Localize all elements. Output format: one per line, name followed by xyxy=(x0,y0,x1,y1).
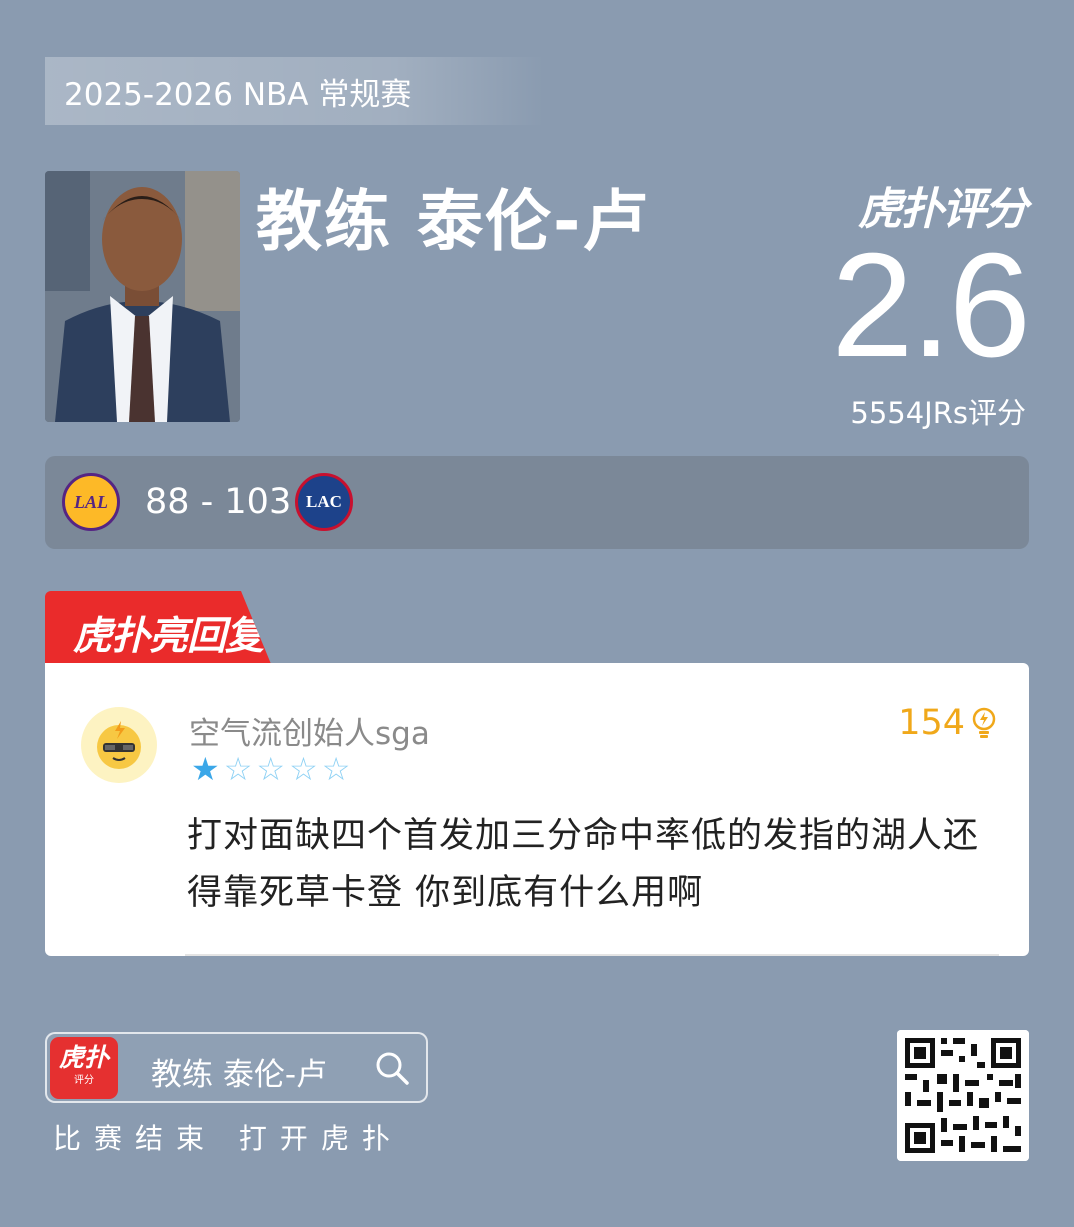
star-empty-icon: ☆ xyxy=(321,750,351,788)
search-query: 教练 泰伦-卢 xyxy=(151,1057,328,1093)
like-counter[interactable]: 154 xyxy=(898,703,997,743)
game-score: 88 - 103 xyxy=(145,482,292,522)
cool-helmet-avatar-icon[interactable] xyxy=(81,707,157,783)
search-icon[interactable] xyxy=(374,1050,410,1086)
search-bar[interactable]: 虎扑 评分 教练 泰伦-卢 xyxy=(45,1032,428,1103)
open-hupu-caption: 比赛结束 打开虎扑 xyxy=(53,1122,403,1155)
clippers-logo-icon: LAC xyxy=(295,473,353,531)
qr-code-graphic xyxy=(897,1030,1029,1161)
qr-code-icon xyxy=(897,1030,1029,1161)
season-label: 2025-2026 NBA 常规赛 xyxy=(45,57,545,125)
commenter-username[interactable]: 空气流创始人sga xyxy=(189,708,430,753)
hot-reply-tag-label: 虎扑亮回复 xyxy=(73,614,264,659)
game-result-bar[interactable]: LAL 88 - 103 LAC xyxy=(45,456,1029,549)
rating-count: 5554JRs评分 xyxy=(850,396,1026,430)
comment-text: 打对面缺四个首发加三分命中率低的发指的湖人还得靠死草卡登 你到底有什么用啊 xyxy=(187,816,980,913)
star-rating: ★ ☆ ☆ ☆ ☆ xyxy=(191,753,350,785)
lightbulb-icon xyxy=(972,707,996,738)
divider xyxy=(185,954,999,956)
rating-score: 2.6 xyxy=(831,223,1031,388)
hot-reply-card[interactable]: 空气流创始人sga 154 ★ ☆ ☆ ☆ ☆ 打对面缺四个首发加三分命中率低的… xyxy=(45,663,1029,956)
coach-photo xyxy=(45,171,240,422)
app-icon-big-text: 虎扑 xyxy=(58,1043,109,1072)
page-title: 教练 泰伦-卢 xyxy=(256,183,651,260)
hupu-app-icon[interactable]: 虎扑 评分 xyxy=(50,1037,118,1099)
lakers-logo-icon: LAL xyxy=(62,473,120,531)
star-filled-icon: ★ xyxy=(191,750,220,788)
app-icon-small-text: 评分 xyxy=(74,1075,94,1086)
like-count: 154 xyxy=(898,703,965,743)
avatar-graphic xyxy=(97,721,141,769)
coach-portrait-image xyxy=(45,171,240,422)
star-empty-icon: ☆ xyxy=(256,750,286,788)
star-empty-icon: ☆ xyxy=(289,750,318,788)
hot-reply-tag: 虎扑亮回复 xyxy=(45,591,271,664)
star-empty-icon: ☆ xyxy=(223,750,253,788)
clippers-logo-text: LAC xyxy=(306,492,342,511)
lakers-logo-text: LAL xyxy=(74,491,108,512)
